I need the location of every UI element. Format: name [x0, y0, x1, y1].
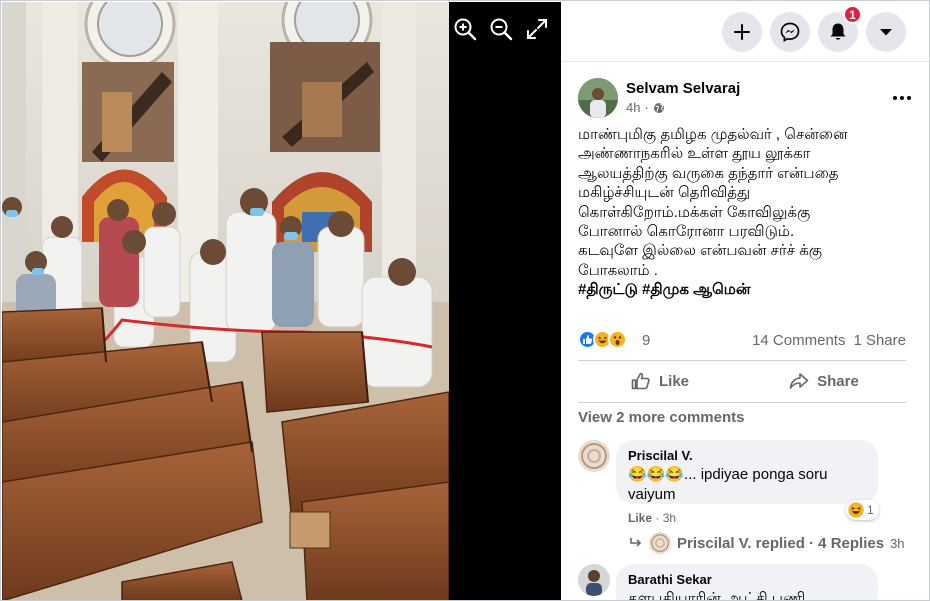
comment-item: Barathi Sekar தளபதியாரின் ஆட்சி பணி	[578, 564, 908, 601]
post-actions: Like Share	[578, 364, 906, 398]
thumbs-up-icon	[631, 372, 650, 390]
comment-like-link[interactable]: Like	[628, 511, 652, 525]
globe-icon	[653, 102, 664, 113]
notifications-button[interactable]: 1	[818, 5, 862, 52]
hashtag-text: ஆமென்	[693, 281, 751, 299]
post-line: மாண்புமிகு தமிழக முதல்வர் , சென்னை	[578, 126, 848, 143]
commenter-avatar[interactable]	[578, 564, 610, 596]
reply-avatar	[649, 532, 671, 554]
share-icon	[789, 373, 809, 389]
comments-count-link[interactable]: 14 Comments	[752, 332, 845, 349]
fullscreen-icon[interactable]	[524, 16, 550, 42]
post-stats: 9 14 Comments 1 Share	[578, 329, 906, 353]
commenter-avatar[interactable]	[578, 440, 610, 472]
like-label: Like	[658, 372, 689, 390]
photo-viewer-toolbar	[452, 16, 550, 42]
bell-icon	[830, 23, 846, 40]
share-button[interactable]: Share	[742, 364, 906, 398]
author-name[interactable]: Selvam Selvaraj	[626, 80, 740, 97]
divider	[578, 402, 906, 403]
hashtag-link[interactable]: #திமுக	[642, 281, 689, 298]
post-photo[interactable]	[2, 2, 449, 600]
post-line: கடவுளே இல்லை என்பவன் சர்ச் க்கு	[578, 242, 823, 260]
post-hashtags: #திருட்டு #திமுக ஆமென்	[578, 280, 918, 299]
notification-count-badge: 1	[843, 5, 862, 24]
messenger-icon	[780, 22, 800, 42]
zoom-in-icon[interactable]	[452, 16, 478, 42]
comment-text: 😂😂😂... ipdiyae ponga soru	[628, 466, 828, 483]
comment-reactions[interactable]: 1	[846, 500, 879, 520]
plus-icon	[734, 24, 750, 40]
top-navigation: 1	[562, 2, 929, 62]
replies-label: Priscilal V. replied · 4 Replies	[677, 534, 885, 552]
hashtag-link[interactable]: #திருட்டு	[578, 281, 638, 298]
reply-arrow-icon	[630, 538, 642, 547]
wow-reaction-icon	[608, 330, 627, 349]
shares-count-link[interactable]: 1 Share	[853, 332, 906, 349]
post-meta: 4h ·	[626, 100, 665, 115]
post-details-panel: 1 Selvam Selvaraj 4h · மாண்புமிகு தமிழக …	[562, 2, 929, 601]
comment-text: தளபதியாரின் ஆட்சி பணி	[628, 590, 806, 601]
comment-meta: Like · 3h	[628, 511, 677, 525]
like-button[interactable]: Like	[578, 364, 742, 398]
commenter-name[interactable]: Priscilal V.	[628, 448, 866, 463]
post-line: கொள்கிறோம்.மக்கள் கோவிலுக்கு	[578, 203, 811, 221]
account-menu-button[interactable]	[866, 12, 906, 52]
view-replies-link[interactable]: Priscilal V. replied · 4 Replies 3h	[629, 532, 905, 554]
replies-time: 3h	[890, 535, 905, 551]
zoom-out-icon[interactable]	[488, 16, 514, 42]
more-horizontal-icon	[893, 96, 911, 100]
engagement-counts: 14 Comments 1 Share	[752, 332, 906, 349]
comment-reaction-count: 1	[867, 503, 874, 517]
photo-viewer	[2, 2, 561, 600]
divider	[578, 360, 906, 361]
create-button[interactable]	[722, 12, 762, 52]
post-header: Selvam Selvaraj 4h ·	[578, 78, 918, 122]
post-line: அண்ணாநகரில் உள்ள தூய லூக்கா	[578, 145, 811, 163]
commenter-name[interactable]: Barathi Sekar	[628, 572, 866, 587]
app-window: 1 Selvam Selvaraj 4h · மாண்புமிகு தமிழக …	[0, 0, 930, 601]
post-options-button[interactable]	[886, 86, 918, 110]
haha-reaction-icon	[848, 502, 864, 518]
post-time[interactable]: 4h	[626, 100, 640, 115]
post-line: போனால் கொரோனா பரவிடும்.	[578, 223, 795, 241]
comment-text: vaiyum	[628, 486, 676, 503]
messenger-button[interactable]	[770, 12, 810, 52]
author-avatar[interactable]	[578, 78, 618, 118]
reaction-icons[interactable]	[578, 330, 627, 349]
post-line: ஆலயத்திற்கு வருகை தந்தார் என்பதை	[578, 164, 839, 182]
comment-bubble: Priscilal V. 😂😂😂... ipdiyae ponga soru v…	[616, 440, 878, 504]
comment-bubble: Barathi Sekar தளபதியாரின் ஆட்சி பணி	[616, 564, 878, 601]
comment-time[interactable]: 3h	[663, 511, 676, 525]
comment-item: Priscilal V. 😂😂😂... ipdiyae ponga soru v…	[578, 440, 908, 530]
reaction-count[interactable]: 9	[642, 332, 650, 349]
post-body: மாண்புமிகு தமிழக முதல்வர் , சென்னை அண்ணா…	[578, 125, 918, 300]
share-label: Share	[817, 372, 859, 390]
church-photo-illustration	[2, 2, 449, 600]
view-more-comments-link[interactable]: View 2 more comments	[578, 409, 744, 426]
caret-down-icon	[880, 29, 892, 36]
post-line: போகலாம் .	[578, 261, 658, 279]
post-line: மகிழ்ச்சியுடன் தெரிவித்து	[578, 184, 751, 202]
